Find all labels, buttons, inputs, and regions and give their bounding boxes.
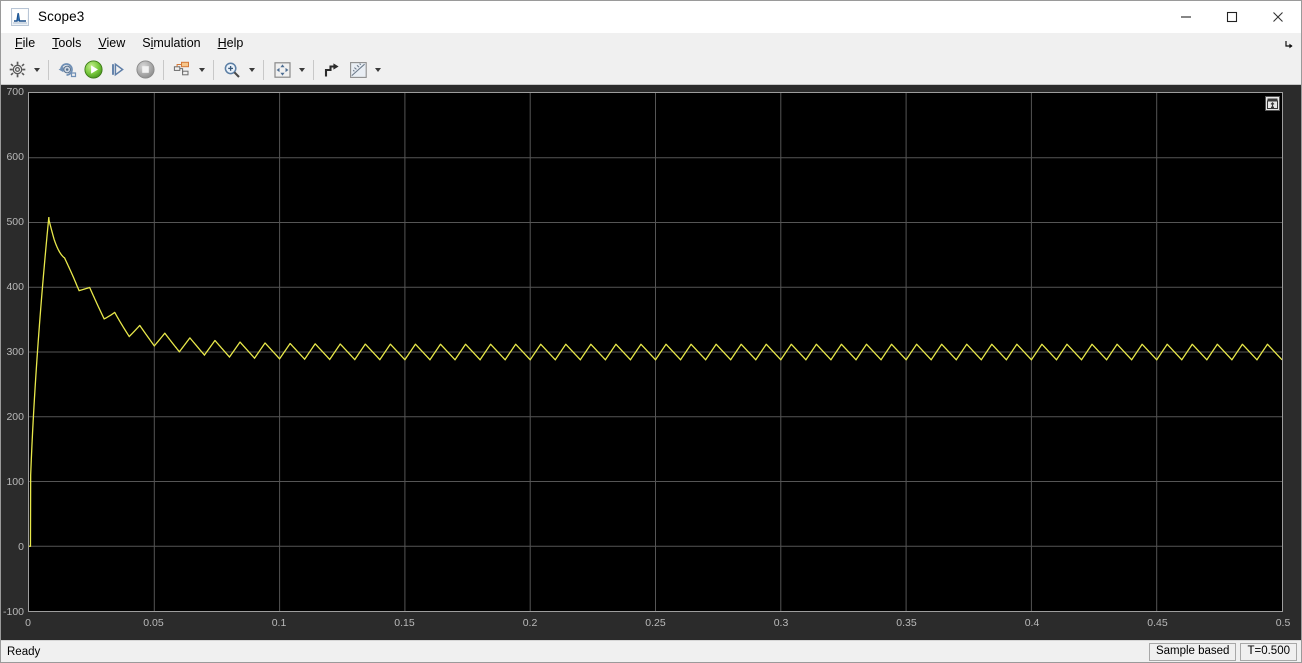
autoscale-button[interactable] [269, 57, 295, 83]
menu-help[interactable]: Help [210, 34, 253, 53]
chevron-down-icon [198, 67, 205, 72]
toolbar-separator-5 [313, 59, 314, 80]
status-message: Ready [7, 645, 41, 658]
simulation-time-cell: T=0.500 [1240, 642, 1297, 661]
x-axis-tick-label: 0.35 [896, 617, 917, 629]
x-axis-tick-label: 0.15 [394, 617, 415, 629]
menu-overflow-arrow-icon[interactable] [1281, 35, 1297, 53]
y-axis-tick-label: 400 [6, 281, 24, 293]
x-axis-tick-label: 0.45 [1147, 617, 1168, 629]
y-axis-tick-label: -100 [2, 606, 24, 618]
toolbar-separator-4 [263, 59, 264, 80]
x-axis-tick-label: 0 [25, 617, 31, 629]
layout-dropdown[interactable] [195, 57, 208, 83]
y-axis-tick-label: 100 [6, 476, 24, 488]
menu-view[interactable]: View [90, 34, 134, 53]
x-axis-tick-label: 0.2 [522, 617, 538, 629]
window-controls [1163, 1, 1301, 33]
cursor-measurements-button[interactable] [319, 57, 345, 83]
x-axis-tick-label: 0.5 [1275, 617, 1291, 629]
maximize-axes-icon[interactable] [1265, 96, 1280, 111]
update-diagram-button[interactable] [54, 57, 80, 83]
y-axis-tick-label: 600 [6, 151, 24, 163]
menu-bar: File Tools View Simulation Help [1, 33, 1301, 55]
status-bar: Ready Sample based T=0.500 [1, 640, 1301, 662]
chevron-down-icon [33, 67, 40, 72]
run-button[interactable] [80, 57, 106, 83]
x-axis-tick-label: 0.1 [271, 617, 287, 629]
zoom-button[interactable] [219, 57, 245, 83]
x-axis-tick-label: 0.3 [773, 617, 789, 629]
y-axis-tick-label: 700 [6, 86, 24, 98]
x-axis-tick-label: 0.05 [143, 617, 164, 629]
close-button[interactable] [1255, 1, 1301, 33]
measurements-dropdown[interactable] [371, 57, 384, 83]
title-bar: Scope3 [1, 1, 1301, 33]
toolbar-separator-1 [48, 59, 49, 80]
step-forward-button[interactable] [106, 57, 132, 83]
layout-button[interactable] [169, 57, 195, 83]
grid-lines [29, 93, 1282, 611]
frame-mode-cell: Sample based [1148, 642, 1237, 661]
y-axis-tick-label: 500 [6, 216, 24, 228]
configuration-properties-dropdown[interactable] [30, 57, 43, 83]
zoom-dropdown[interactable] [245, 57, 258, 83]
toolbar-separator-2 [163, 59, 164, 80]
scope-display[interactable]: -100 0 100 200 300 400 500 600 700 0 0.05 0.1 0.15 0… [1, 85, 1301, 640]
menu-tools[interactable]: Tools [44, 34, 90, 53]
x-axis-tick-label: 0.25 [645, 617, 666, 629]
y-axis-tick-label: 200 [6, 411, 24, 423]
window-title: Scope3 [38, 9, 85, 24]
menu-simulation[interactable]: Simulation [134, 34, 209, 53]
scope-window: Scope3 File Tools View Simulation Help -… [0, 0, 1302, 663]
measurements-button[interactable] [345, 57, 371, 83]
plot-area[interactable] [28, 92, 1283, 612]
stop-button[interactable] [132, 57, 158, 83]
chevron-down-icon [248, 67, 255, 72]
simulink-scope-icon [11, 7, 29, 26]
toolbar [1, 55, 1301, 85]
configuration-properties-button[interactable] [4, 57, 30, 83]
menu-file[interactable]: File [7, 34, 44, 53]
y-axis-tick-label: 0 [18, 541, 24, 553]
maximize-button[interactable] [1209, 1, 1255, 33]
minimize-button[interactable] [1163, 1, 1209, 33]
chevron-down-icon [298, 67, 305, 72]
x-axis-tick-label: 0.4 [1024, 617, 1040, 629]
toolbar-separator-3 [213, 59, 214, 80]
autoscale-dropdown[interactable] [295, 57, 308, 83]
y-axis-tick-label: 300 [6, 346, 24, 358]
plot-canvas [29, 93, 1282, 611]
chevron-down-icon [374, 67, 381, 72]
